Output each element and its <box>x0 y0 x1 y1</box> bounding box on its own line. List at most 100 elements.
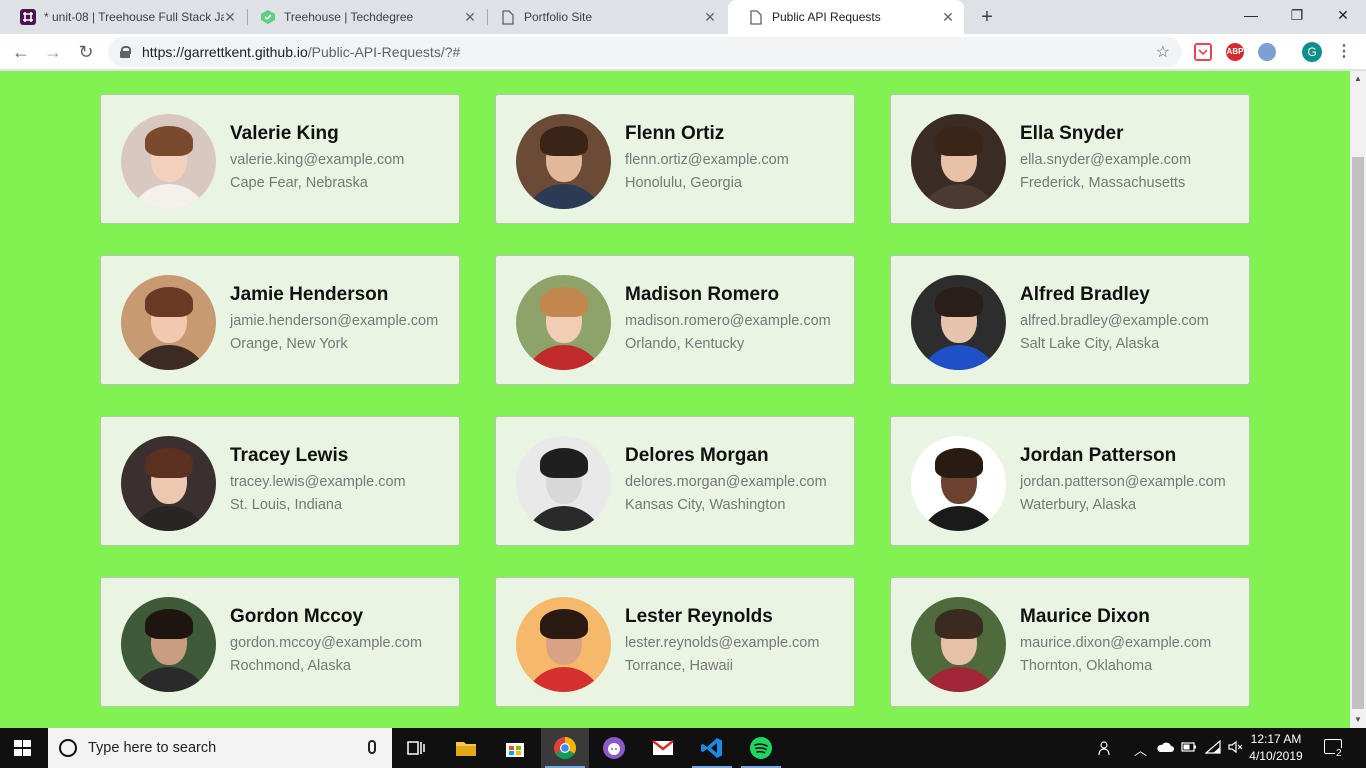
tab-public-api-requests[interactable]: Public API Requests ✕ <box>728 0 964 34</box>
employee-photo <box>121 275 216 370</box>
close-window-button[interactable]: ✕ <box>1320 0 1366 32</box>
employee-location: Torrance, Hawaii <box>625 658 733 674</box>
employee-card[interactable]: Lester Reynolds lester.reynolds@example.c… <box>495 577 855 707</box>
tab-close-icon[interactable]: ✕ <box>222 9 238 25</box>
employee-card[interactable]: Tracey Lewis tracey.lewis@example.com St. … <box>100 416 460 546</box>
employee-photo <box>121 597 216 692</box>
employee-location: Kansas City, Washington <box>625 497 786 513</box>
employee-location: Orange, New York <box>230 336 348 352</box>
tab-label: Portfolio Site <box>524 10 593 24</box>
browser-tabstrip: * unit-08 | Treehouse Full Stack Ja ✕ Tr… <box>0 0 1366 34</box>
employee-location: Orlando, Kentucky <box>625 336 745 352</box>
tab-label: Treehouse | Techdegree <box>284 10 414 24</box>
adblock-plus-icon[interactable]: ABP <box>1226 43 1244 61</box>
reload-button[interactable]: ↻ <box>74 40 98 64</box>
slack-icon <box>20 9 36 25</box>
scrollbar-thumb[interactable] <box>1352 157 1364 709</box>
taskbar-search[interactable]: Type here to search <box>48 728 392 768</box>
minimize-button[interactable]: — <box>1228 0 1274 32</box>
employee-email: jordan.patterson@example.com <box>1020 474 1226 490</box>
clock-time: 12:17 AM <box>1250 732 1302 746</box>
vertical-scrollbar[interactable]: ▲ ▼ <box>1350 71 1366 728</box>
spotify-icon[interactable] <box>749 736 773 760</box>
employee-name: Madison Romero <box>625 284 780 305</box>
employee-location: Waterbury, Alaska <box>1020 497 1137 513</box>
taskbar-clock[interactable]: 12:17 AM 4/10/2019 <box>1242 731 1310 765</box>
employee-photo <box>516 275 611 370</box>
employee-card[interactable]: Madison Romero madison.romero@example.com… <box>495 255 855 385</box>
task-view-icon[interactable] <box>404 736 428 760</box>
tab-treehouse-techdegree[interactable]: Treehouse | Techdegree ✕ <box>240 0 486 34</box>
employee-card[interactable]: Alfred Bradley alfred.bradley@example.com… <box>890 255 1250 385</box>
employee-card[interactable]: Maurice Dixon maurice.dixon@example.com Th… <box>890 577 1250 707</box>
scroll-up-icon[interactable]: ▲ <box>1350 71 1366 87</box>
employee-card[interactable]: Gordon Mccoy gordon.mccoy@example.com Roch… <box>100 577 460 707</box>
employee-photo <box>911 114 1006 209</box>
tab-label: * unit-08 | Treehouse Full Stack Ja <box>44 10 224 24</box>
employee-name: Gordon Mccoy <box>230 606 364 627</box>
windows-taskbar: Type here to search ︿ 12:17 AM 4/10/2019… <box>0 728 1366 768</box>
windows-start-icon[interactable] <box>14 740 32 756</box>
employee-email: tracey.lewis@example.com <box>230 474 406 490</box>
tab-unit-08[interactable]: * unit-08 | Treehouse Full Stack Ja ✕ <box>0 0 246 34</box>
store-icon[interactable] <box>503 736 527 760</box>
menu-icon[interactable]: ⋮ <box>1336 42 1352 62</box>
treehouse-icon <box>260 9 276 25</box>
wifi-icon[interactable] <box>1204 739 1221 757</box>
employee-card[interactable]: Ella Snyder ella.snyder@example.com Freder… <box>890 94 1250 224</box>
employee-name: Maurice Dixon <box>1020 606 1150 627</box>
employee-card[interactable]: Valerie King valerie.king@example.com Cape… <box>100 94 460 224</box>
employee-email: madison.romero@example.com <box>625 313 831 329</box>
github-desktop-icon[interactable] <box>602 736 626 760</box>
tab-close-icon[interactable]: ✕ <box>702 9 718 25</box>
employee-location: Salt Lake City, Alaska <box>1020 336 1160 352</box>
lock-icon[interactable] <box>120 46 131 58</box>
employee-photo <box>911 275 1006 370</box>
restore-button[interactable]: ❐ <box>1274 0 1320 32</box>
employee-location: Cape Fear, Nebraska <box>230 175 368 191</box>
employee-email: lester.reynolds@example.com <box>625 635 820 651</box>
tab-close-icon[interactable]: ✕ <box>462 9 478 25</box>
extension-icon[interactable] <box>1258 43 1276 61</box>
profile-avatar[interactable]: G <box>1302 42 1322 62</box>
address-bar[interactable]: https://garrettkent.github.io/Public-API… <box>108 37 1182 67</box>
onedrive-icon[interactable] <box>1156 740 1174 757</box>
back-button[interactable]: ← <box>9 40 33 64</box>
battery-icon[interactable] <box>1181 740 1197 757</box>
employee-email: flenn.ortiz@example.com <box>625 152 789 168</box>
pocket-extension-icon[interactable] <box>1194 43 1212 61</box>
employee-photo <box>516 597 611 692</box>
employee-photo <box>121 114 216 209</box>
employee-name: Ella Snyder <box>1020 123 1124 144</box>
employee-email: gordon.mccoy@example.com <box>230 635 423 651</box>
employee-email: jamie.henderson@example.com <box>230 313 439 329</box>
employee-name: Jamie Henderson <box>230 284 389 305</box>
chrome-icon[interactable] <box>553 736 577 760</box>
tab-portfolio-site[interactable]: Portfolio Site ✕ <box>480 0 726 34</box>
employee-photo <box>911 597 1006 692</box>
employee-location: Thornton, Oklahoma <box>1020 658 1153 674</box>
employee-card[interactable]: Jordan Patterson jordan.patterson@example… <box>890 416 1250 546</box>
new-tab-button[interactable]: + <box>976 6 998 28</box>
employee-name: Lester Reynolds <box>625 606 773 627</box>
scroll-down-icon[interactable]: ▼ <box>1350 712 1366 728</box>
tab-close-icon[interactable]: ✕ <box>940 9 956 25</box>
forward-button[interactable]: → <box>41 40 65 64</box>
people-icon[interactable] <box>1097 740 1113 759</box>
employee-card[interactable]: Delores Morgan delores.morgan@example.com… <box>495 416 855 546</box>
microphone-icon[interactable] <box>368 740 376 754</box>
chevron-up-icon[interactable]: ︿ <box>1134 740 1147 759</box>
employee-location: Honolulu, Georgia <box>625 175 742 191</box>
page-icon <box>500 9 516 25</box>
vscode-icon[interactable] <box>700 736 724 760</box>
employee-name: Alfred Bradley <box>1020 284 1150 305</box>
employee-email: valerie.king@example.com <box>230 152 405 168</box>
file-explorer-icon[interactable] <box>454 736 478 760</box>
employee-email: delores.morgan@example.com <box>625 474 827 490</box>
employee-card[interactable]: Flenn Ortiz flenn.ortiz@example.com Honolu… <box>495 94 855 224</box>
employee-card[interactable]: Jamie Henderson jamie.henderson@example.c… <box>100 255 460 385</box>
gmail-icon[interactable] <box>651 736 675 760</box>
clock-date: 4/10/2019 <box>1249 749 1303 763</box>
notification-count-badge: 2 <box>1335 748 1343 759</box>
bookmark-star-icon[interactable]: ☆ <box>1156 42 1170 62</box>
